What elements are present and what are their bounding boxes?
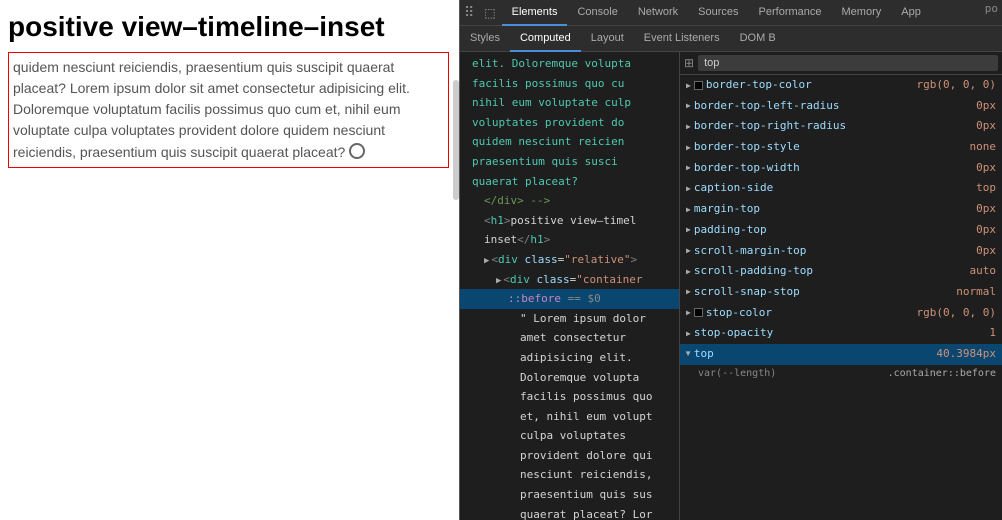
elem-line[interactable]: nihil eum voluptate culp (460, 93, 679, 113)
expand-icon: ▶ (686, 182, 691, 196)
elem-line-before-selected[interactable]: ::before == $0 (460, 289, 679, 309)
subtab-styles[interactable]: Styles (460, 26, 510, 52)
page-heading: positive view–timeline–inset (8, 10, 449, 44)
prop-border-top-width[interactable]: ▶ border-top-width 0px (680, 158, 1002, 179)
elements-panel[interactable]: elit. Doloremque volupta facilis possimu… (460, 52, 680, 520)
devtools-subtabs: Styles Computed Layout Event Listeners D… (460, 26, 1002, 52)
prop-scroll-snap-stop[interactable]: ▶ scroll-snap-stop normal (680, 282, 1002, 303)
devtools-tabs: ⠿ ⬚ Elements Console Network Sources Per… (460, 0, 1002, 26)
computed-props-list: ▶ border-top-color rgb(0, 0, 0) ▶ border… (680, 75, 1002, 520)
elem-line-text-6[interactable]: et, nihil eum volupt (460, 407, 679, 427)
expand-icon: ▶ (686, 244, 691, 258)
expand-icon: ▶ (686, 327, 691, 341)
tab-sources[interactable]: Sources (688, 0, 748, 26)
tab-network[interactable]: Network (628, 0, 688, 26)
elem-line-text-2[interactable]: amet consectetur (460, 328, 679, 348)
elem-line-text-4[interactable]: Doloremque volupta (460, 368, 679, 388)
color-swatch (694, 81, 703, 90)
expand-icon: ▶ (686, 141, 691, 155)
subtab-computed[interactable]: Computed (510, 26, 581, 52)
prop-stop-opacity[interactable]: ▶ stop-opacity 1 (680, 323, 1002, 344)
elem-line[interactable]: praesentium quis susci (460, 152, 679, 172)
color-swatch-stop (694, 308, 703, 317)
tab-performance[interactable]: Performance (749, 0, 832, 26)
elem-line-h1[interactable]: <h1>positive view–timel (460, 211, 679, 231)
cursor-indicator (349, 143, 365, 159)
page-body-text: quidem nesciunt reiciendis, praesentium … (8, 52, 449, 168)
expand-icon: ▶ (686, 203, 691, 217)
expand-icon: ▶ (686, 79, 691, 93)
elem-line-text-9[interactable]: nesciunt reiciendis, (460, 465, 679, 485)
expand-icon: ▶ (686, 161, 691, 175)
expand-icon-expanded: ▶ (682, 352, 696, 357)
elem-line-text-8[interactable]: provident dolore qui (460, 446, 679, 466)
elem-line[interactable]: quidem nesciunt reicien (460, 132, 679, 152)
expand-icon: ▶ (686, 120, 691, 134)
prop-caption-side[interactable]: ▶ caption-side top (680, 178, 1002, 199)
devtools-main: elit. Doloremque volupta facilis possimu… (460, 52, 1002, 520)
prop-border-top-left-radius[interactable]: ▶ border-top-left-radius 0px (680, 96, 1002, 117)
expand-icon: ▶ (686, 99, 691, 113)
elem-line[interactable]: quaerat placeat? (460, 172, 679, 192)
drag-handle: ⠿ (460, 4, 478, 21)
computed-filter-input[interactable] (698, 55, 998, 71)
prop-scroll-margin-top[interactable]: ▶ scroll-margin-top 0px (680, 241, 1002, 262)
prop-border-top-style[interactable]: ▶ border-top-style none (680, 137, 1002, 158)
elem-line-text-3[interactable]: adipisicing elit. (460, 348, 679, 368)
filter-icon: ⊞ (684, 56, 694, 70)
elem-line[interactable]: elit. Doloremque volupta (460, 54, 679, 74)
tab-elements[interactable]: Elements (502, 0, 568, 26)
prop-scroll-padding-top[interactable]: ▶ scroll-padding-top auto (680, 261, 1002, 282)
inspect-icon[interactable]: ⬚ (478, 6, 501, 20)
elem-line-text-10[interactable]: praesentium quis sus (460, 485, 679, 505)
elem-line-div-container[interactable]: ▶<div class="container (460, 270, 679, 290)
computed-filter-bar: ⊞ po (680, 52, 1002, 75)
elem-line-text-1[interactable]: " Lorem ipsum dolor (460, 309, 679, 329)
prop-padding-top[interactable]: ▶ padding-top 0px (680, 220, 1002, 241)
subtab-dom-b[interactable]: DOM B (730, 26, 786, 52)
elem-line-text-5[interactable]: facilis possimus quo (460, 387, 679, 407)
tab-memory[interactable]: Memory (832, 0, 892, 26)
tab-console[interactable]: Console (567, 0, 627, 26)
elem-line[interactable]: </div> --> (460, 191, 679, 211)
elem-line[interactable]: facilis possimus quo cu (460, 74, 679, 94)
elem-line[interactable]: voluptates provident do (460, 113, 679, 133)
prop-border-top-right-radius[interactable]: ▶ border-top-right-radius 0px (680, 116, 1002, 137)
subtab-layout[interactable]: Layout (581, 26, 634, 52)
prop-stop-color[interactable]: ▶ stop-color rgb(0, 0, 0) (680, 303, 1002, 324)
left-scrollbar[interactable] (453, 80, 459, 200)
elem-line-text-7[interactable]: culpa voluptates (460, 426, 679, 446)
prop-top-sub[interactable]: var(--length) .container::before (680, 365, 1002, 383)
elem-line-div-relative[interactable]: ▶<div class="relative"> (460, 250, 679, 270)
expand-icon: ▶ (686, 285, 691, 299)
prop-top[interactable]: ▶ top 40.3984px (680, 344, 1002, 365)
webpage-content: positive view–timeline–inset quidem nesc… (0, 0, 459, 178)
tab-app[interactable]: App (891, 0, 931, 26)
devtools-panel: ⠿ ⬚ Elements Console Network Sources Per… (460, 0, 1002, 520)
elem-line-h1-close[interactable]: inset</h1> (460, 230, 679, 250)
subtab-event-listeners[interactable]: Event Listeners (634, 26, 730, 52)
webpage-preview: positive view–timeline–inset quidem nesc… (0, 0, 460, 520)
elem-line-text-11[interactable]: quaerat placeat? Lor (460, 505, 679, 520)
expand-icon: ▶ (686, 265, 691, 279)
prop-margin-top[interactable]: ▶ margin-top 0px (680, 199, 1002, 220)
expand-icon: ▶ (686, 223, 691, 237)
expand-icon: ▶ (686, 306, 691, 320)
prop-border-top-color[interactable]: ▶ border-top-color rgb(0, 0, 0) (680, 75, 1002, 96)
computed-panel: ⊞ po ▶ border-top-color rgb(0, 0, 0) ▶ b… (680, 52, 1002, 520)
